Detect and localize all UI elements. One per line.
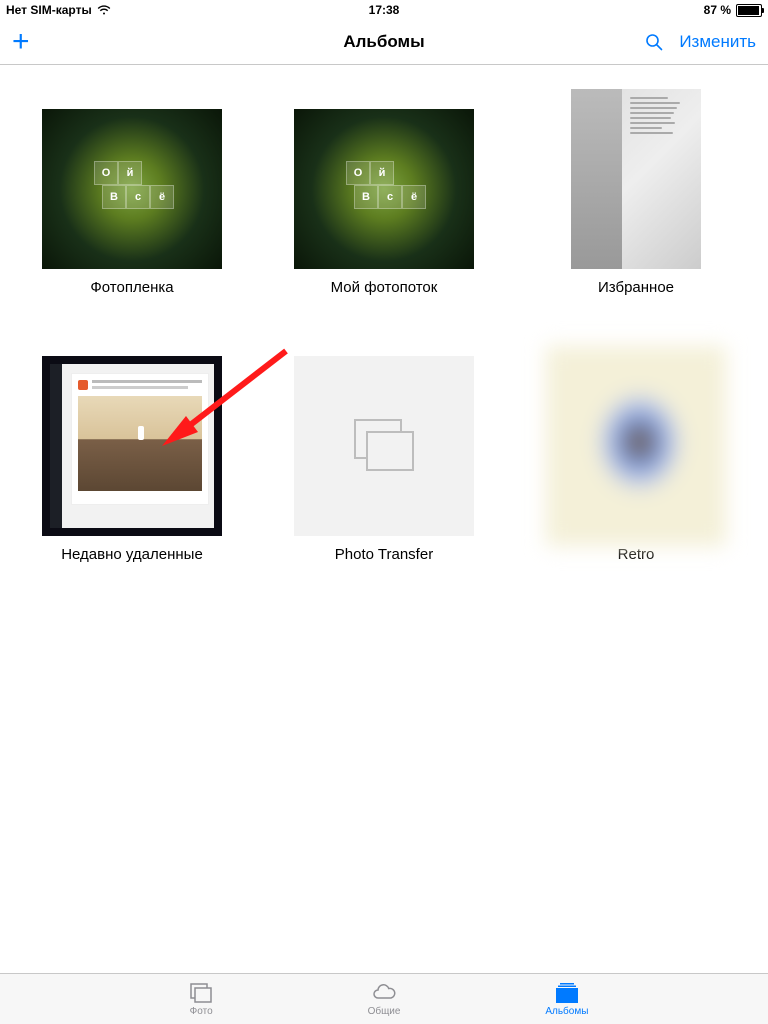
- cloud-icon: [371, 981, 397, 1005]
- tab-shared[interactable]: Общие: [293, 974, 476, 1024]
- album-photo-transfer[interactable]: Photo Transfer: [288, 356, 480, 563]
- album-photo-stream[interactable]: О й В с ё Мой фотопоток: [288, 89, 480, 296]
- tile: с: [126, 185, 150, 209]
- tab-label: Альбомы: [545, 1006, 588, 1017]
- album-label: Retro: [618, 546, 655, 563]
- album-thumb: [546, 89, 726, 269]
- tile: ё: [402, 185, 426, 209]
- tile: с: [378, 185, 402, 209]
- tile: й: [370, 161, 394, 185]
- empty-album-icon: [349, 416, 419, 476]
- album-label: Фотопленка: [90, 279, 173, 296]
- wifi-icon: [97, 5, 111, 15]
- album-recently-deleted[interactable]: Недавно удаленные: [36, 356, 228, 563]
- tab-label: Общие: [368, 1006, 401, 1017]
- tile: ё: [150, 185, 174, 209]
- album-thumb: [546, 356, 726, 536]
- tab-bar: Фото Общие Альбомы: [0, 973, 768, 1024]
- album-label: Избранное: [598, 279, 674, 296]
- photos-icon: [188, 981, 214, 1005]
- tile: О: [94, 161, 118, 185]
- album-label: Недавно удаленные: [61, 546, 203, 563]
- albums-icon: [554, 981, 580, 1005]
- search-icon[interactable]: [645, 33, 663, 51]
- album-label: Мой фотопоток: [331, 279, 438, 296]
- battery-percent: 87 %: [704, 3, 731, 17]
- add-button[interactable]: +: [12, 32, 30, 52]
- status-bar: Нет SIM-карты 17:38 87 %: [0, 0, 768, 20]
- album-thumb: [294, 356, 474, 536]
- tile: В: [354, 185, 378, 209]
- tile: О: [346, 161, 370, 185]
- album-thumb: О й В с ё: [42, 89, 222, 269]
- tile: й: [118, 161, 142, 185]
- battery-icon: [736, 4, 762, 17]
- tab-photos[interactable]: Фото: [110, 974, 293, 1024]
- nav-bar: + Альбомы Изменить: [0, 20, 768, 65]
- tab-albums[interactable]: Альбомы: [475, 974, 658, 1024]
- tab-label: Фото: [190, 1006, 213, 1017]
- album-favorites[interactable]: Избранное: [540, 89, 732, 296]
- sim-status: Нет SIM-карты: [6, 3, 92, 17]
- clock: 17:38: [369, 3, 400, 17]
- page-title: Альбомы: [343, 32, 424, 52]
- album-label: Photo Transfer: [335, 546, 433, 563]
- tile: В: [102, 185, 126, 209]
- album-retro[interactable]: Retro: [540, 356, 732, 563]
- edit-button[interactable]: Изменить: [679, 32, 756, 52]
- albums-grid: О й В с ё Фотопленка О й В с ё Мой фотоп…: [0, 65, 768, 587]
- album-thumb: [42, 356, 222, 536]
- album-thumb: О й В с ё: [294, 89, 474, 269]
- album-camera-roll[interactable]: О й В с ё Фотопленка: [36, 89, 228, 296]
